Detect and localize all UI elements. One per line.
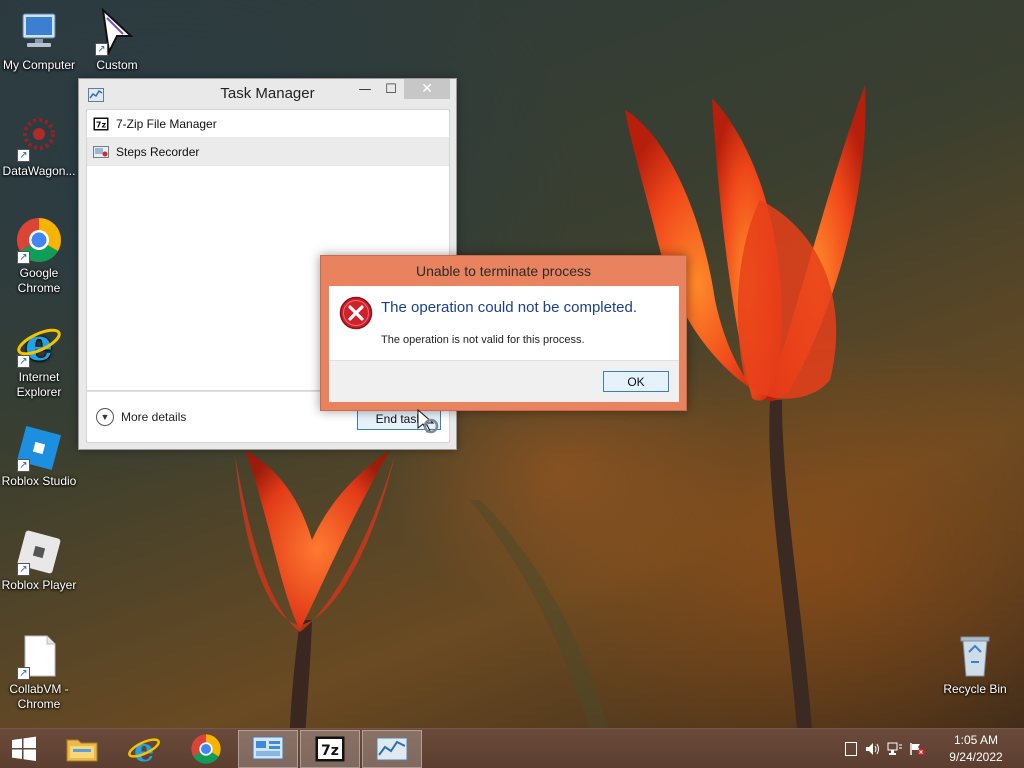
shortcut-arrow-icon: ↗ (17, 667, 30, 680)
network-icon[interactable] (884, 729, 906, 768)
error-icon (339, 296, 373, 330)
clock-time: 1:05 AM (953, 733, 999, 747)
dialog-content-text: The operation is not valid for this proc… (381, 334, 585, 346)
flag-warning-icon[interactable] (906, 729, 928, 768)
task-manager-titlebar[interactable]: Task Manager — ☐ ✕ (79, 79, 456, 107)
chrome-icon (191, 734, 221, 764)
roblox-studio-icon: ↗ (15, 424, 63, 472)
desktop-icon-datawagon[interactable]: ↗ DataWagon... (0, 114, 78, 179)
desktop-icon-google-chrome[interactable]: ↗ Google Chrome (0, 216, 78, 296)
roblox-player-icon: ↗ (15, 528, 63, 576)
dialog-main-instruction: The operation could not be completed. (381, 299, 638, 316)
process-row-steps-recorder[interactable]: Steps Recorder (87, 138, 449, 166)
shortcut-arrow-icon: ↗ (17, 459, 30, 472)
clock-date: 9/24/2022 (949, 750, 1003, 764)
process-name: 7-Zip File Manager (116, 116, 217, 131)
file-explorer-icon (66, 739, 98, 762)
computer-icon (15, 8, 63, 56)
steps-recorder-icon (93, 145, 109, 159)
action-center-icon[interactable] (840, 729, 862, 768)
task-manager-icon (376, 737, 408, 761)
svg-text:7z: 7z (321, 743, 339, 759)
shortcut-arrow-icon: ↗ (17, 251, 30, 264)
ie-icon: e ↗ (15, 320, 63, 371)
desktop-icon-label: CollabVM - Chrome (9, 682, 69, 711)
datawagon-icon: ↗ (15, 114, 63, 162)
desktop-icon-label: Roblox Studio (1, 474, 77, 488)
desktop-icon-internet-explorer[interactable]: e ↗ Internet Explorer (0, 320, 78, 400)
chevron-down-icon: ▼ (96, 408, 114, 426)
desktop-icon-label: Custom (96, 58, 138, 72)
desktop-icon-custom[interactable]: ↗ Custom (78, 7, 156, 73)
maximize-button[interactable]: ☐ (378, 79, 404, 99)
shortcut-arrow-icon: ↗ (17, 149, 30, 162)
desktop-icon-label: DataWagon... (2, 164, 76, 178)
task-manager-title: Task Manager (220, 85, 315, 102)
7zip-icon: 7z (93, 117, 109, 131)
dialog-body: The operation could not be completed. Th… (329, 286, 679, 402)
volume-icon[interactable] (862, 729, 884, 768)
shortcut-arrow-icon: ↗ (17, 355, 30, 368)
desktop-icon-collabvm-chrome[interactable]: ↗ CollabVM - Chrome (0, 632, 78, 712)
desktop-icon-label: My Computer (2, 58, 76, 72)
taskbar-chrome[interactable] (176, 730, 236, 768)
file-icon: ↗ (15, 632, 63, 680)
ok-button[interactable]: OK (603, 371, 669, 392)
desktop-icon-my-computer[interactable]: My Computer (0, 8, 78, 73)
desktop-icon-label: Internet Explorer (16, 370, 62, 399)
dialog-title: Unable to terminate process (415, 263, 592, 279)
taskbar: e 7z 1:05 AM 9/24/2022 (0, 728, 1024, 768)
control-panel-icon (252, 736, 284, 760)
svg-text:7z: 7z (96, 120, 107, 129)
desktop-icon-label: Roblox Player (1, 578, 77, 592)
close-button[interactable]: ✕ (404, 79, 450, 99)
taskbar-7zip[interactable]: 7z (300, 730, 360, 768)
more-details-toggle[interactable]: ▼ More details (96, 408, 186, 426)
taskbar-control-panel[interactable] (238, 730, 298, 768)
internet-explorer-icon: e (128, 733, 160, 765)
process-name: Steps Recorder (116, 144, 200, 159)
desktop-icon-roblox-studio[interactable]: ↗ Roblox Studio (0, 424, 78, 489)
chrome-icon: ↗ (15, 216, 63, 264)
desktop-icon-label: Recycle Bin (943, 682, 1007, 696)
error-dialog[interactable]: Unable to terminate process The operatio… (320, 255, 687, 411)
shortcut-arrow-icon: ↗ (17, 563, 30, 576)
taskbar-internet-explorer[interactable]: e (114, 730, 174, 768)
minimize-button[interactable]: — (352, 79, 378, 99)
7zip-icon: 7z (315, 736, 345, 762)
taskbar-file-explorer[interactable] (52, 730, 112, 768)
desktop-icon-label: Google Chrome (17, 266, 61, 295)
system-tray: 1:05 AM 9/24/2022 (840, 729, 1024, 768)
dialog-button-area: OK (329, 360, 679, 402)
more-details-label: More details (121, 410, 187, 424)
mouse-cursor-icon (417, 408, 439, 434)
start-icon (12, 736, 36, 761)
cursor-icon: ↗ (93, 7, 141, 56)
process-row-7zip[interactable]: 7z 7-Zip File Manager (87, 110, 449, 138)
taskbar-task-manager[interactable] (362, 730, 422, 768)
desktop-icon-recycle-bin[interactable]: Recycle Bin (936, 632, 1014, 697)
desktop-icon-roblox-player[interactable]: ↗ Roblox Player (0, 528, 78, 593)
recycle-bin-icon (951, 632, 999, 680)
start-button[interactable] (0, 730, 48, 768)
shortcut-arrow-icon: ↗ (95, 43, 108, 56)
taskbar-clock[interactable]: 1:05 AM 9/24/2022 (928, 732, 1024, 766)
